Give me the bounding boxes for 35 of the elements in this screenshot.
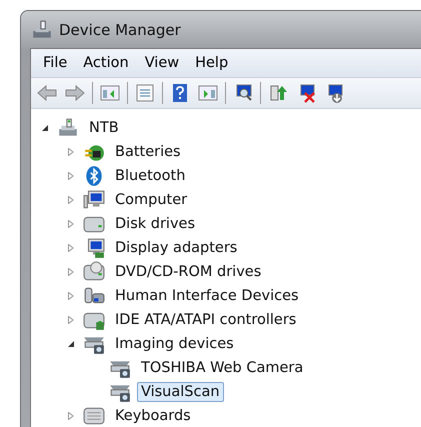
collapse-arrow-icon[interactable]	[41, 124, 49, 132]
tree-item[interactable]: Display adapters	[111, 238, 242, 258]
tree-item[interactable]: IDE ATA/ATAPI controllers	[111, 310, 300, 330]
expand-arrow-icon[interactable]	[67, 316, 75, 324]
expand-arrow-icon[interactable]	[67, 268, 75, 276]
menu-item[interactable]: Help	[187, 55, 236, 71]
menu-item[interactable]: File	[35, 55, 76, 71]
expand-arrow-icon[interactable]	[67, 220, 75, 228]
menu-item[interactable]: Action	[75, 55, 137, 71]
tree-item[interactable]: NTB	[85, 118, 123, 138]
expand-arrow-icon[interactable]	[67, 292, 75, 300]
properties-icon[interactable]	[134, 82, 156, 104]
expand-arrow-icon[interactable]	[67, 172, 75, 180]
app-icon	[31, 18, 53, 40]
tree-item[interactable]: TOSHIBA Web Camera	[137, 358, 308, 378]
tree-item[interactable]: DVD/CD-ROM drives	[111, 262, 266, 282]
collapse-arrow-icon[interactable]	[67, 340, 75, 348]
tree-item[interactable]: Computer	[111, 190, 192, 210]
window-title: Device Manager	[59, 20, 181, 38]
tree-item[interactable]: Batteries	[111, 142, 185, 162]
expand-arrow-icon[interactable]	[67, 244, 75, 252]
forward-arrow-icon[interactable]	[64, 82, 86, 104]
expand-arrow-icon[interactable]	[67, 196, 75, 204]
tree-item[interactable]: Keyboards	[111, 406, 195, 426]
drive-icon	[83, 261, 105, 283]
monitor-icon	[83, 189, 105, 211]
tree-item[interactable]: Bluetooth	[111, 166, 190, 186]
expand-arrow-icon[interactable]	[67, 148, 75, 156]
back-arrow-icon[interactable]	[36, 82, 58, 104]
expand-arrow-icon[interactable]	[67, 412, 75, 420]
tree-item[interactable]: Human Interface Devices	[111, 286, 303, 306]
menu-item[interactable]: View	[136, 55, 188, 71]
tree-item[interactable]: VisualScan	[137, 382, 224, 402]
tree-item[interactable]: Disk drives	[111, 214, 200, 234]
tree-item[interactable]: Imaging devices	[111, 334, 238, 354]
